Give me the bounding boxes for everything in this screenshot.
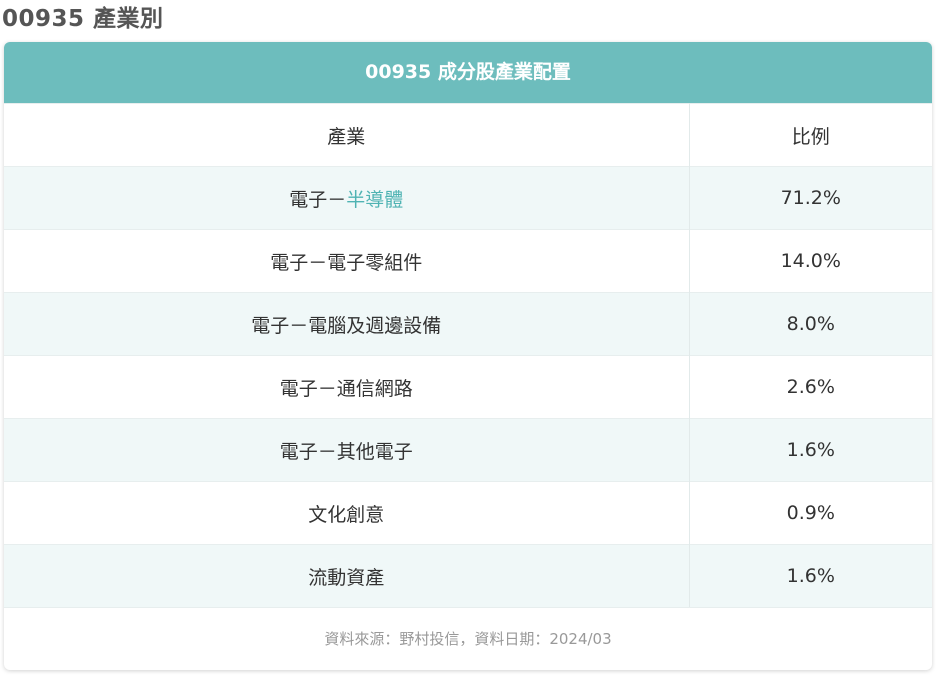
industry-link-semiconductor[interactable]: 半導體 [346,189,403,211]
page-title: 00935 產業別 [2,6,164,32]
industry-cell: 電子－其他電子 [4,418,690,482]
table-caption: 00935 成分股產業配置 [4,42,932,103]
ratio-cell: 1.6% [689,544,932,607]
table-row: 文化創意 0.9% [4,481,932,545]
column-header-ratio: 比例 [689,103,932,167]
ratio-cell: 2.6% [689,355,932,419]
industry-allocation-card: 00935 成分股產業配置 產業 比例 電子－半導體 71.2% 電子－電子零組… [4,42,932,670]
industry-cell: 文化創意 [4,481,690,545]
ratio-cell: 0.9% [689,481,932,545]
industry-cell: 流動資產 [4,544,690,607]
table-row: 電子－其他電子 1.6% [4,418,932,482]
industry-cell: 電子－通信網路 [4,355,690,419]
table-row: 電子－通信網路 2.6% [4,355,932,419]
table-header-row: 產業 比例 [4,103,932,167]
ratio-cell: 1.6% [689,418,932,482]
ratio-cell: 71.2% [689,166,932,230]
table-row: 電子－電子零組件 14.0% [4,229,932,293]
data-source-note: 資料來源：野村投信，資料日期：2024/03 [4,607,932,670]
table-row: 電子－電腦及週邊設備 8.0% [4,292,932,356]
table-row: 流動資產 1.6% [4,544,932,607]
industry-cell: 電子－電腦及週邊設備 [4,292,690,356]
industry-prefix: 電子－ [289,188,347,211]
column-header-industry: 產業 [4,103,690,167]
table-row: 電子－半導體 71.2% [4,166,932,230]
ratio-cell: 14.0% [689,229,932,293]
ratio-cell: 8.0% [689,292,932,356]
industry-table: 產業 比例 電子－半導體 71.2% 電子－電子零組件 14.0% 電子－電腦及… [4,103,932,607]
industry-cell: 電子－電子零組件 [4,229,690,293]
industry-cell: 電子－半導體 [4,166,690,230]
